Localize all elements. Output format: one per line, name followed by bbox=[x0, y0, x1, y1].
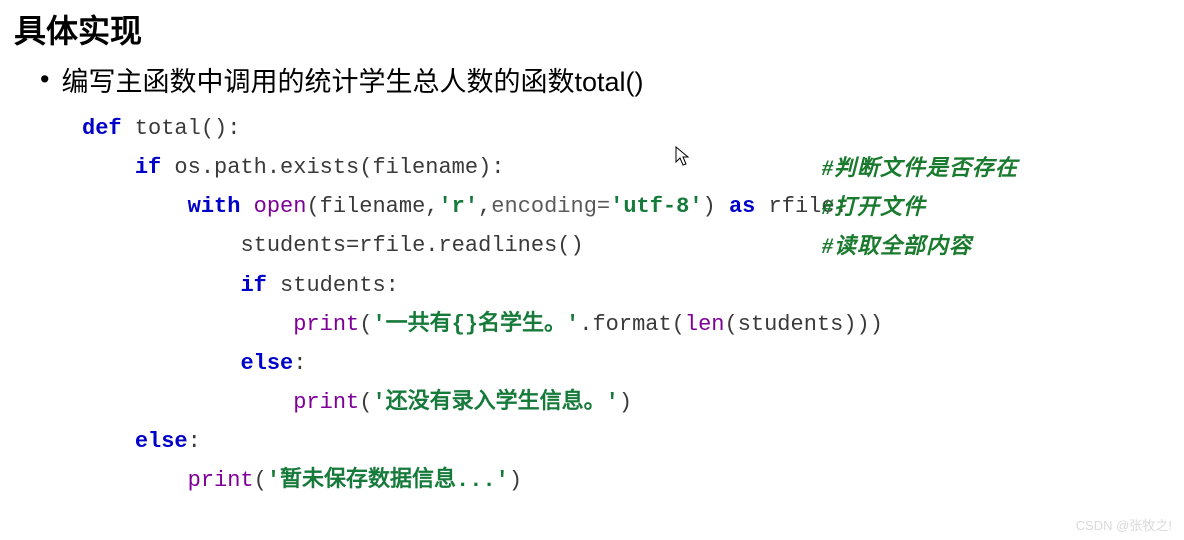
watermark: CSDN @张牧之! bbox=[1076, 515, 1172, 534]
comment-2: #打开文件 bbox=[822, 187, 926, 226]
code-text: students: bbox=[267, 273, 399, 298]
code-text: ) bbox=[703, 194, 729, 219]
code-text: : bbox=[188, 429, 201, 454]
kw-else: else bbox=[135, 429, 188, 454]
kw-def: def bbox=[82, 116, 122, 141]
code-line-6: print('一共有{}名学生。'.format(len(students))) bbox=[82, 305, 1184, 344]
code-text: students=rfile.readlines() bbox=[240, 233, 583, 258]
code-line-1: def total(): bbox=[82, 109, 1184, 148]
code-line-5: if students: bbox=[82, 266, 1184, 305]
code-line-8: print('还没有录入学生信息。') bbox=[82, 383, 1184, 422]
kw-else: else bbox=[240, 351, 293, 376]
code-text: , bbox=[478, 194, 491, 219]
code-line-9: else: bbox=[82, 422, 1184, 461]
kw-if: if bbox=[135, 155, 161, 180]
code-text: (students))) bbox=[725, 312, 883, 337]
kw-if: if bbox=[240, 273, 266, 298]
bullet-line: • 编写主函数中调用的统计学生总人数的函数total() bbox=[0, 52, 1184, 109]
code-text: ) bbox=[509, 468, 522, 493]
code-text: ( bbox=[359, 312, 372, 337]
code-text: os.path.exists(filename): bbox=[161, 155, 504, 180]
code-block: def total(): if os.path.exists(filename)… bbox=[82, 109, 1184, 501]
code-text: ) bbox=[619, 390, 632, 415]
code-line-7: else: bbox=[82, 344, 1184, 383]
kwarg: encoding= bbox=[491, 194, 610, 219]
kw-with: with bbox=[188, 194, 241, 219]
fn-name: total(): bbox=[122, 116, 241, 141]
code-text: (filename, bbox=[306, 194, 438, 219]
kw-as: as bbox=[729, 194, 755, 219]
code-line-3: with open(filename,'r',encoding='utf-8')… bbox=[82, 187, 1184, 226]
comment-1: #判断文件是否存在 bbox=[822, 148, 1018, 187]
str: 'r' bbox=[438, 194, 478, 219]
code-text: ( bbox=[254, 468, 267, 493]
section-heading: 具体实现 bbox=[0, 0, 1184, 52]
builtin-print: print bbox=[188, 468, 254, 493]
code-text: .format( bbox=[579, 312, 685, 337]
code-text: ( bbox=[359, 390, 372, 415]
str: '还没有录入学生信息。' bbox=[372, 390, 618, 415]
bullet-text: 编写主函数中调用的统计学生总人数的函数total() bbox=[61, 60, 643, 99]
str: '暂未保存数据信息...' bbox=[267, 468, 509, 493]
str: '一共有{}名学生。' bbox=[372, 312, 579, 337]
builtin-print: print bbox=[293, 312, 359, 337]
builtin-print: print bbox=[293, 390, 359, 415]
code-text: : bbox=[293, 351, 306, 376]
code-line-4: students=rfile.readlines() #读取全部内容 bbox=[82, 226, 1184, 265]
code-line-10: print('暂未保存数据信息...') bbox=[82, 461, 1184, 500]
builtin-open: open bbox=[254, 194, 307, 219]
bullet-dot: • bbox=[40, 66, 49, 93]
code-line-2: if os.path.exists(filename): #判断文件是否存在 bbox=[82, 148, 1184, 187]
comment-3: #读取全部内容 bbox=[822, 226, 972, 265]
builtin-len: len bbox=[685, 312, 725, 337]
str: 'utf-8' bbox=[610, 194, 702, 219]
